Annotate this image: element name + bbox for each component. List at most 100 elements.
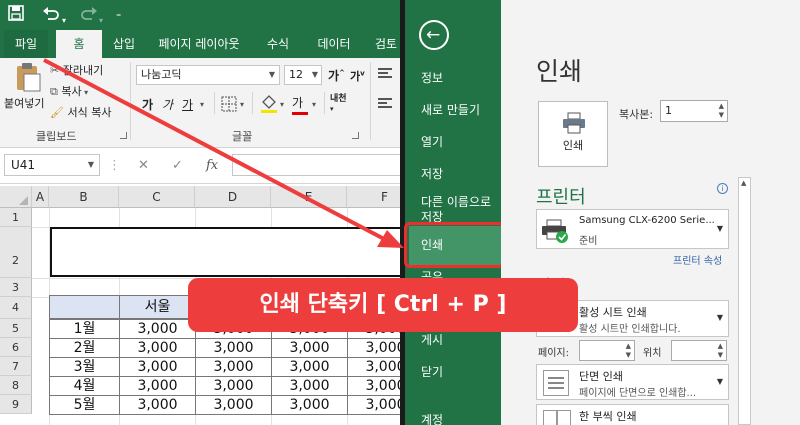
table-value-cell[interactable]: 3,000: [195, 376, 272, 396]
paste-icon[interactable]: [14, 62, 42, 95]
select-all-corner[interactable]: [0, 186, 32, 208]
phonetic-button[interactable]: 내천 ▾: [330, 94, 347, 114]
row-header[interactable]: 5: [0, 319, 32, 338]
tab-home[interactable]: 홈: [56, 30, 102, 58]
scroll-up-icon[interactable]: ▲: [741, 179, 746, 187]
font-size-select[interactable]: 12 ▼: [284, 65, 322, 85]
stepper-arrows-icon[interactable]: ▲ ▼: [718, 342, 723, 360]
table-value-cell[interactable]: 3,000: [271, 357, 348, 377]
table-value-cell[interactable]: 3,000: [195, 338, 272, 358]
paste-button[interactable]: 붙여넣기: [4, 95, 44, 111]
table-header-cell[interactable]: 서울: [119, 295, 196, 319]
font-launcher-icon[interactable]: [352, 132, 359, 139]
row-header[interactable]: 4: [0, 297, 32, 319]
nav-info[interactable]: 정보: [421, 71, 443, 86]
shrink-font-button[interactable]: 가v: [350, 68, 365, 84]
column-header[interactable]: A: [32, 186, 49, 208]
undo-dropdown-icon[interactable]: ▾: [62, 11, 66, 31]
copy-dropdown-icon[interactable]: ▾: [82, 88, 88, 97]
tab-data[interactable]: 데이터: [308, 30, 360, 58]
table-month-cell[interactable]: 2월: [49, 338, 120, 358]
column-header[interactable]: F: [347, 186, 400, 208]
insert-function-button[interactable]: fx: [206, 158, 218, 173]
table-value-cell[interactable]: 3,000: [271, 338, 348, 358]
title-cell-merged[interactable]: [50, 227, 400, 277]
name-box[interactable]: U41 ▼: [4, 154, 100, 176]
row-header[interactable]: 9: [0, 395, 32, 414]
collate-select[interactable]: 한 부씩 인쇄: [536, 404, 729, 425]
row-header[interactable]: 8: [0, 376, 32, 395]
underline-button[interactable]: 가: [182, 96, 193, 113]
table-value-cell[interactable]: 3,000: [119, 376, 196, 396]
table-value-cell[interactable]: 3,000: [347, 395, 400, 415]
table-value-cell[interactable]: 3,000: [347, 338, 400, 358]
row-header[interactable]: 3: [0, 278, 32, 297]
fill-color-icon[interactable]: [260, 94, 278, 117]
table-value-cell[interactable]: 3,000: [347, 357, 400, 377]
table-month-cell[interactable]: 4월: [49, 376, 120, 396]
save-icon[interactable]: [8, 5, 24, 26]
formula-input[interactable]: [232, 154, 400, 176]
nav-account[interactable]: 계정: [421, 413, 443, 425]
fill-color-dropdown-icon[interactable]: ▾: [280, 100, 284, 109]
column-header[interactable]: B: [49, 186, 119, 208]
row-header[interactable]: 6: [0, 338, 32, 357]
info-icon[interactable]: i: [717, 183, 728, 194]
redo-icon[interactable]: [80, 5, 98, 26]
table-value-cell[interactable]: 3,000: [119, 319, 196, 339]
italic-button[interactable]: 가: [162, 96, 173, 113]
table-value-cell[interactable]: 3,000: [271, 395, 348, 415]
table-value-cell[interactable]: 3,000: [119, 357, 196, 377]
column-header[interactable]: D: [195, 186, 271, 208]
printer-select[interactable]: Samsung CLX-6200 Serie... 준비 ▼: [536, 209, 729, 249]
undo-icon[interactable]: [42, 5, 60, 26]
table-month-cell[interactable]: 1월: [49, 319, 120, 339]
table-month-cell[interactable]: 3월: [49, 357, 120, 377]
table-value-cell[interactable]: 3,000: [119, 395, 196, 415]
print-button[interactable]: 인쇄: [538, 101, 608, 167]
borders-icon[interactable]: [221, 96, 237, 115]
nav-open[interactable]: 열기: [421, 135, 443, 150]
cancel-icon[interactable]: ✕: [138, 158, 149, 173]
row-header[interactable]: 2: [0, 227, 32, 278]
tab-file[interactable]: 파일: [4, 30, 48, 58]
customize-qat-icon[interactable]: ⁼: [116, 8, 121, 28]
table-month-cell[interactable]: 5월: [49, 395, 120, 415]
row-header[interactable]: 1: [0, 208, 32, 227]
tab-formulas[interactable]: 수식: [256, 30, 300, 58]
nav-save[interactable]: 저장: [421, 167, 443, 182]
tab-review[interactable]: 검토: [366, 30, 400, 58]
redo-dropdown-icon[interactable]: ▾: [99, 11, 103, 31]
pages-to-input[interactable]: ▲ ▼: [671, 340, 727, 361]
tab-page-layout[interactable]: 페이지 레이아웃: [152, 30, 246, 58]
tab-insert[interactable]: 삽입: [104, 30, 144, 58]
cut-button[interactable]: ✂ 잘라내기: [50, 62, 103, 78]
sides-select[interactable]: 단면 인쇄 페이지에 단면으로 인쇄합... ▼: [536, 364, 729, 400]
table-value-cell[interactable]: 3,000: [119, 338, 196, 358]
nav-publish[interactable]: 게시: [421, 333, 443, 348]
nav-save-as[interactable]: 다른 이름으로 저장: [421, 195, 497, 225]
back-button[interactable]: ←: [419, 20, 449, 50]
table-value-cell[interactable]: 3,000: [195, 395, 272, 415]
column-header[interactable]: C: [119, 186, 195, 208]
copy-button[interactable]: ⧉ 복사 ▾: [50, 83, 88, 99]
row-header[interactable]: 7: [0, 357, 32, 376]
printer-properties-link[interactable]: 프린터 속성: [673, 252, 722, 267]
settings-scrollbar[interactable]: ▲: [738, 177, 751, 425]
align-top-icon[interactable]: [376, 66, 396, 80]
column-header[interactable]: E: [271, 186, 347, 208]
nav-close[interactable]: 닫기: [421, 365, 443, 380]
enter-icon[interactable]: ✓: [172, 158, 183, 173]
copies-stepper[interactable]: 1 ▲ ▼: [660, 100, 728, 122]
align-left-icon[interactable]: [376, 96, 396, 110]
font-color-dropdown-icon[interactable]: ▾: [312, 100, 316, 109]
format-painter-button[interactable]: 🖌 서식 복사: [50, 104, 111, 120]
font-name-select[interactable]: 나눔고딕 ▼: [136, 65, 280, 85]
stepper-arrows-icon[interactable]: ▲ ▼: [719, 102, 724, 120]
bold-button[interactable]: 가: [142, 96, 153, 113]
font-color-button[interactable]: 가: [292, 94, 308, 115]
table-value-cell[interactable]: 3,000: [271, 376, 348, 396]
nav-new[interactable]: 새로 만들기: [421, 103, 480, 118]
table-header-cell[interactable]: [49, 295, 120, 319]
table-value-cell[interactable]: 3,000: [347, 376, 400, 396]
